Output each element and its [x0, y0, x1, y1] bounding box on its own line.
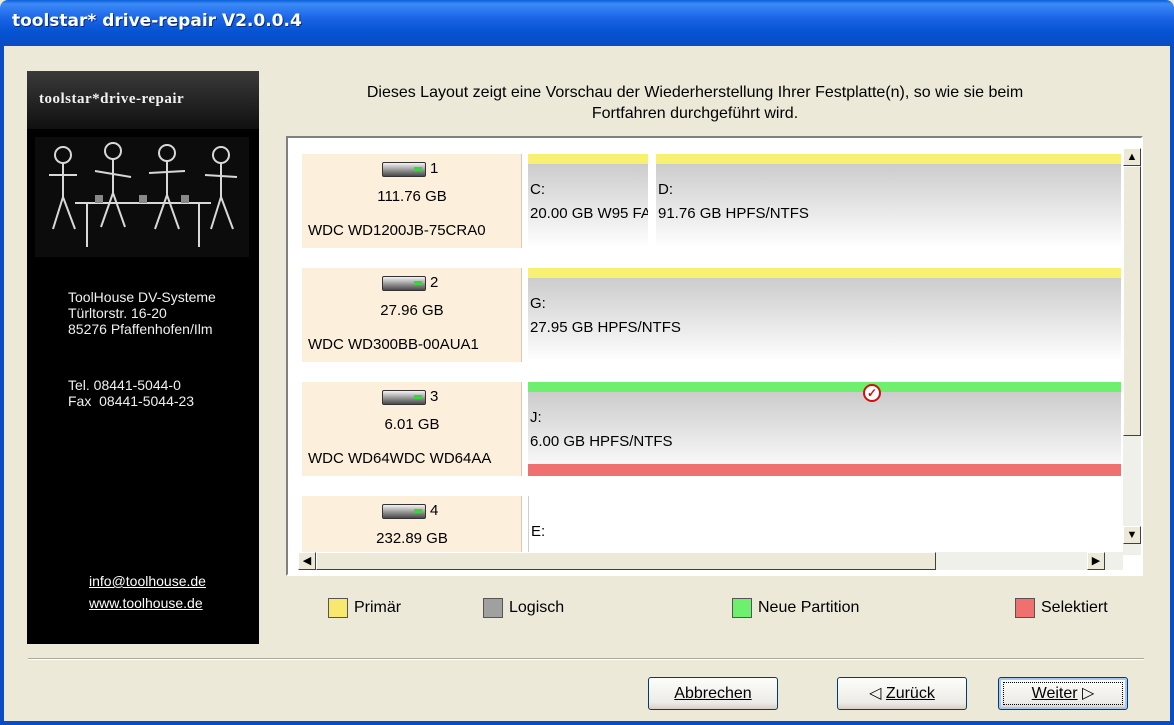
intro-line: Dieses Layout zeigt eine Vorschau der Wi…: [366, 84, 1024, 101]
address-line: Türltorstr. 16-20: [68, 305, 167, 321]
sidebar-panel: toolstar*drive-repair ToolHouse DV-Syste…: [27, 71, 259, 644]
website-link[interactable]: www.toolhouse.de: [89, 595, 203, 611]
window-title: toolstar* drive-repair V2.0.0.4: [12, 11, 302, 31]
intro-text: Dieses Layout zeigt eine Vorschau der Wi…: [280, 82, 1110, 124]
intro-line: Fortfahren durchgeführt wird.: [591, 105, 799, 122]
selected-indicator-bar: [528, 464, 1121, 476]
disk-info[interactable]: 4 232.89 GB: [302, 496, 522, 552]
disk-number: 3: [382, 388, 438, 406]
partition-d[interactable]: D: 91.76 GB HPFS/NTFS: [656, 154, 1121, 248]
disk-row: 2 27.96 GB WDC WD300BB-00AUA1 G: 27.95 G…: [300, 266, 1121, 364]
partition-letter: E:: [531, 523, 546, 540]
partition-type-bar: [528, 154, 648, 164]
partition-type-bar: [656, 154, 1121, 164]
horizontal-scroll-thumb[interactable]: [316, 552, 936, 570]
legend-label: Neue Partition: [758, 599, 860, 616]
partition-info: 27.95 GB HPFS/NTFS: [530, 319, 681, 336]
scroll-left-button[interactable]: ◀: [298, 552, 316, 570]
partition-info: 20.00 GB W95 FAT32: [530, 205, 648, 222]
horizontal-scrollbar[interactable]: ◀ ▶: [298, 552, 1123, 570]
partition-type-bar: [528, 382, 1121, 392]
brand-header: toolstar*drive-repair: [27, 71, 259, 129]
window-frame-bottom: [0, 721, 1174, 725]
disk-number: 4: [382, 502, 438, 520]
back-label: Zurück: [885, 685, 935, 702]
scroll-down-button[interactable]: ▼: [1123, 526, 1141, 544]
disk-layout-view: 1 111.76 GB WDC WD1200JB-75CRA0 C: 20.00…: [300, 152, 1121, 552]
legend-swatch: [483, 598, 503, 618]
vertical-scroll-thumb[interactable]: [1123, 166, 1141, 436]
next-button[interactable]: Weiter ▷: [998, 677, 1128, 710]
window-frame-left: [0, 46, 4, 725]
cancel-label: Abbrechen: [674, 685, 752, 702]
vertical-scrollbar[interactable]: ▲ ▼: [1123, 148, 1141, 555]
legend-swatch: [1015, 598, 1035, 618]
partition-letter: G:: [530, 295, 546, 312]
disk-size: 111.76 GB: [377, 188, 447, 205]
hard-drive-icon: [382, 275, 426, 291]
email-link[interactable]: info@toolhouse.de: [89, 573, 206, 589]
disk-size: 6.01 GB: [384, 416, 440, 433]
legend-selected: Selektiert: [1015, 598, 1108, 618]
checkmark-icon: ✓: [863, 384, 881, 402]
disk-layout-panel: 1 111.76 GB WDC WD1200JB-75CRA0 C: 20.00…: [286, 136, 1143, 576]
legend-swatch: [732, 598, 752, 618]
disk-number: 2: [382, 274, 438, 292]
focus-rect: [1003, 682, 1123, 705]
cancel-button[interactable]: Abbrechen: [648, 677, 778, 710]
title-bar[interactable]: toolstar* drive-repair V2.0.0.4: [0, 0, 1174, 46]
disk-size: 232.89 GB: [376, 530, 448, 547]
legend-swatch: [328, 598, 348, 618]
legend-label: Selektiert: [1041, 599, 1108, 616]
legend-primary: Primär: [328, 598, 401, 618]
skeleton-artwork-image: [35, 137, 249, 257]
address-line: ToolHouse DV-Systeme: [68, 289, 216, 305]
scroll-up-button[interactable]: ▲: [1123, 148, 1141, 166]
partition-e[interactable]: E:: [528, 496, 1121, 552]
legend-label: Logisch: [509, 599, 565, 616]
legend-logical: Logisch: [483, 598, 564, 618]
disk-info[interactable]: 1 111.76 GB WDC WD1200JB-75CRA0: [302, 154, 522, 248]
disk-info[interactable]: 3 6.01 GB WDC WD64WDC WD64AA: [302, 382, 522, 476]
back-button[interactable]: ◁ Zurück: [837, 677, 967, 710]
disk-number: 1: [382, 160, 438, 178]
disk-row: 4 232.89 GB E:: [300, 494, 1121, 552]
partition-type-bar: [528, 268, 1121, 278]
disk-model: WDC WD1200JB-75CRA0: [308, 222, 486, 239]
hard-drive-icon: [382, 389, 426, 405]
phone-number: Tel. 08441-5044-0: [68, 377, 181, 393]
disk-row: 1 111.76 GB WDC WD1200JB-75CRA0 C: 20.00…: [300, 152, 1121, 250]
legend-label: Primär: [354, 599, 402, 616]
partition-j[interactable]: J: 6.00 GB HPFS/NTFS: [528, 382, 1121, 476]
scroll-right-button[interactable]: ▶: [1087, 552, 1105, 570]
disk-row: 3 6.01 GB WDC WD64WDC WD64AA J: 6.00 GB …: [300, 380, 1121, 478]
partition-letter: J:: [530, 409, 542, 426]
footer-separator: [28, 658, 1144, 660]
legend-new-partition: Neue Partition: [732, 598, 859, 618]
triangle-left-icon: ◁: [869, 685, 886, 702]
company-address: ToolHouse DV-Systeme Türltorstr. 16-20 8…: [68, 289, 216, 337]
brand-logo-text: toolstar*drive-repair: [39, 91, 185, 107]
disk-model: WDC WD300BB-00AUA1: [308, 336, 479, 353]
partition-letter: D:: [658, 181, 673, 198]
address-line: 85276 Pfaffenhofen/Ilm: [68, 321, 213, 337]
disk-size: 27.96 GB: [380, 302, 444, 319]
window-frame-right: [1170, 46, 1174, 725]
partition-info: 6.00 GB HPFS/NTFS: [530, 433, 673, 450]
partition-g[interactable]: G: 27.95 GB HPFS/NTFS: [528, 268, 1121, 362]
hard-drive-icon: [382, 161, 426, 177]
fax-number: Fax 08441-5044-23: [68, 393, 195, 409]
company-contact: Tel. 08441-5044-0 Fax 08441-5044-23: [68, 377, 194, 409]
disk-model: WDC WD64WDC WD64AA: [308, 450, 492, 467]
partition-c[interactable]: C: 20.00 GB W95 FAT32: [528, 154, 648, 248]
hard-drive-icon: [382, 503, 426, 519]
partition-letter: C:: [530, 181, 545, 198]
partition-info: 91.76 GB HPFS/NTFS: [658, 205, 809, 222]
disk-info[interactable]: 2 27.96 GB WDC WD300BB-00AUA1: [302, 268, 522, 362]
